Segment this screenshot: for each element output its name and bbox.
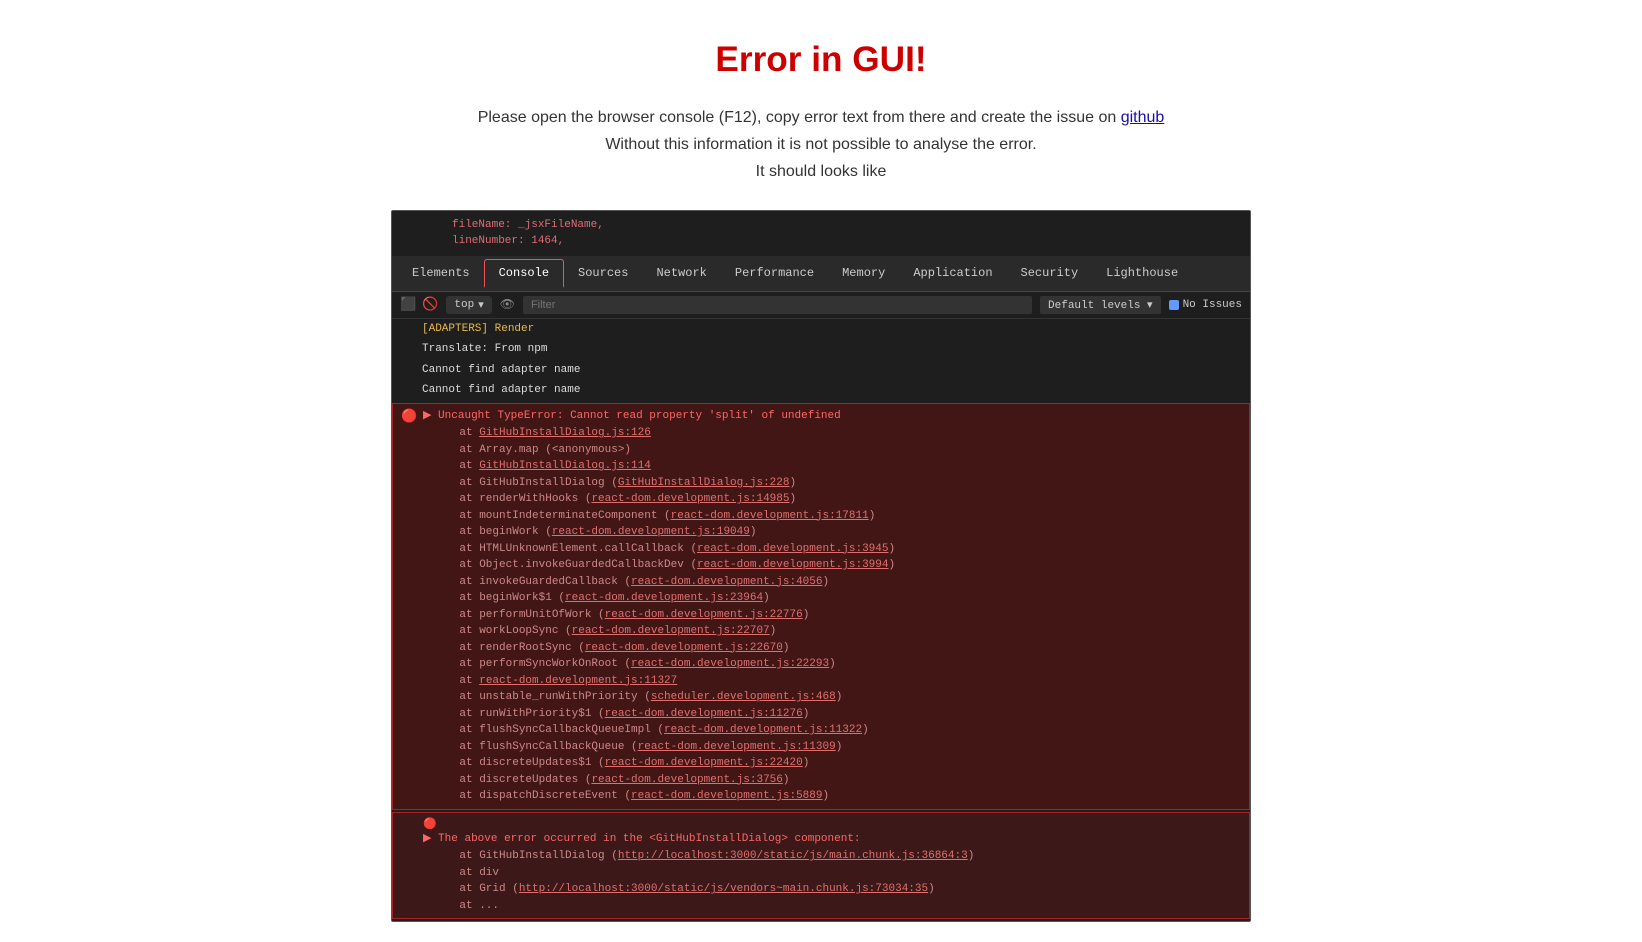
stack-line-5: at renderWithHooks (react-dom.developmen… (423, 491, 1241, 508)
page-title: Error in GUI! (715, 40, 926, 80)
console-output: [ADAPTERS] Render Translate: From npm Ca… (392, 319, 1250, 922)
description-line2: Without this information it is not possi… (605, 136, 1036, 153)
tab-elements[interactable]: Elements (398, 260, 484, 286)
stack-line-1: at GitHubInstallDialog.js:126 (423, 425, 1241, 442)
clear-icon[interactable]: 🚫 (422, 297, 438, 312)
devtools-filter-bar: ⬛ 🚫 top ▾ 👁 Default levels ▾ No Issues (392, 292, 1250, 319)
levels-dropdown[interactable]: Default levels ▾ (1040, 296, 1161, 314)
devtools-screenshot: fileName: _jsxFileName, lineNumber: 1464… (391, 210, 1251, 923)
stack-line-10: at invokeGuardedCallback (react-dom.deve… (423, 574, 1241, 591)
tab-network[interactable]: Network (642, 260, 720, 286)
stack-line-13: at workLoopSync (react-dom.development.j… (423, 623, 1241, 640)
error-icon-1: 🔴 (401, 409, 417, 424)
description-line3: It should looks like (756, 163, 887, 180)
page-container: Error in GUI! Please open the browser co… (0, 0, 1642, 942)
stack2-line-4: at ... (423, 898, 1241, 915)
stack-line-23: at dispatchDiscreteEvent (react-dom.deve… (423, 788, 1241, 805)
code-line-2: lineNumber: 1464, (452, 233, 1190, 250)
tab-application[interactable]: Application (899, 260, 1006, 286)
stack-line-12: at performUnitOfWork (react-dom.developm… (423, 607, 1241, 624)
top-dropdown-icon: ▾ (478, 298, 484, 312)
stop-icon[interactable]: ⬛ (400, 297, 416, 312)
code-line-1: fileName: _jsxFileName, (452, 217, 1190, 234)
stack-line-18: at runWithPriority$1 (react-dom.developm… (423, 706, 1241, 723)
error-main-2: ▶ The above error occurred in the <GitHu… (423, 831, 1241, 849)
stack-line-9: at Object.invokeGuardedCallbackDev (reac… (423, 557, 1241, 574)
no-issues-dot (1169, 300, 1179, 310)
tab-security[interactable]: Security (1007, 260, 1093, 286)
tab-memory[interactable]: Memory (828, 260, 899, 286)
stack-line-4: at GitHubInstallDialog (GitHubInstallDia… (423, 475, 1241, 492)
stack2-line-2: at div (423, 865, 1241, 882)
console-line-adapters: [ADAPTERS] Render (392, 319, 1250, 340)
console-line-translate: Translate: From npm (392, 339, 1250, 360)
error-icon-2: 🔴 (423, 819, 437, 831)
no-issues-label: No Issues (1183, 299, 1242, 311)
tab-performance[interactable]: Performance (721, 260, 828, 286)
console-line-adapter1: Cannot find adapter name (392, 360, 1250, 381)
filter-input[interactable] (523, 296, 1032, 314)
stack-line-20: at flushSyncCallbackQueue (react-dom.dev… (423, 739, 1241, 756)
stack-line-22: at discreteUpdates (react-dom.developmen… (423, 772, 1241, 789)
tab-console[interactable]: Console (484, 259, 564, 288)
stack-line-15: at performSyncWorkOnRoot (react-dom.deve… (423, 656, 1241, 673)
stack-line-11: at beginWork$1 (react-dom.development.js… (423, 590, 1241, 607)
tab-lighthouse[interactable]: Lighthouse (1092, 260, 1192, 286)
stack-line-17: at unstable_runWithPriority (scheduler.d… (423, 689, 1241, 706)
top-context-selector[interactable]: top ▾ (446, 296, 491, 314)
github-link[interactable]: github (1121, 109, 1165, 126)
stack-line-21: at discreteUpdates$1 (react-dom.developm… (423, 755, 1241, 772)
tab-sources[interactable]: Sources (564, 260, 642, 286)
stack2-line-1: at GitHubInstallDialog (http://localhost… (423, 848, 1241, 865)
stack-line-14: at renderRootSync (react-dom.development… (423, 640, 1241, 657)
eye-icon[interactable]: 👁 (500, 297, 515, 312)
stack-line-8: at HTMLUnknownElement.callCallback (reac… (423, 541, 1241, 558)
stack-line-7: at beginWork (react-dom.development.js:1… (423, 524, 1241, 541)
filter-icons: ⬛ 🚫 (400, 297, 438, 312)
stack-line-6: at mountIndeterminateComponent (react-do… (423, 508, 1241, 525)
stack-line-3: at GitHubInstallDialog.js:114 (423, 458, 1241, 475)
top-label: top (454, 299, 474, 311)
console-line-adapter2: Cannot find adapter name (392, 380, 1250, 401)
stack-line-2: at Array.map (<anonymous>) (423, 442, 1241, 459)
stack2-line-3: at Grid (http://localhost:3000/static/js… (423, 881, 1241, 898)
devtools-tabs-bar: Elements Console Sources Network Perform… (392, 256, 1250, 292)
devtools-code-snippet: fileName: _jsxFileName, lineNumber: 1464… (392, 211, 1250, 256)
description-line1: Please open the browser console (F12), c… (478, 109, 1121, 126)
error-main-1: ▶ Uncaught TypeError: Cannot read proper… (423, 408, 1241, 426)
error-description: Please open the browser console (F12), c… (478, 104, 1165, 186)
error-block-2: 🔴 ▶ The above error occurred in the <Git… (392, 812, 1250, 920)
stack-line-16: at react-dom.development.js:11327 (423, 673, 1241, 690)
error-block-1: 🔴 ▶ Uncaught TypeError: Cannot read prop… (392, 403, 1250, 810)
stack-line-19: at flushSyncCallbackQueueImpl (react-dom… (423, 722, 1241, 739)
no-issues-badge: No Issues (1169, 299, 1242, 311)
